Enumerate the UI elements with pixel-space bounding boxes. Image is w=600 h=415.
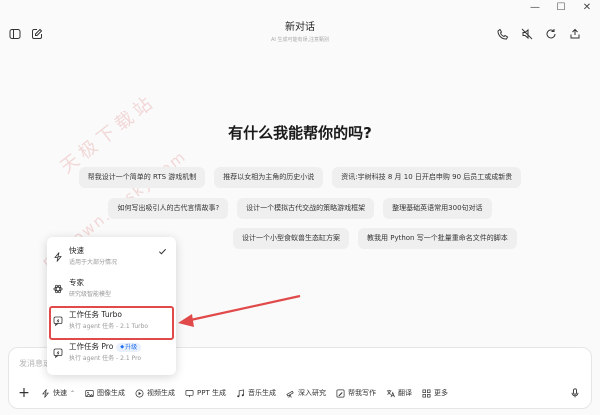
top-right-tools [496,27,582,41]
suggestion-chip[interactable]: 帮我设计一个简单的 RTS 游戏机制 [78,167,206,188]
minimize-button[interactable]: — [522,0,548,14]
mute-button[interactable] [520,27,534,41]
maximize-button[interactable]: ☐ [548,0,574,14]
mode-option-task-turbo[interactable]: 工作任务 Turbo 执行 agent 任务 - 2.1 Turbo [47,307,176,337]
call-button[interactable] [496,27,510,41]
upgrade-badge-label: 升级 [125,343,138,351]
attach-button[interactable]: + [17,386,31,400]
tool-label: PPT 生成 [197,389,226,397]
suggestion-row-2: 如何写出吸引人的古代言情故事? 设计一个模拟古代交战的策略游戏框架 整理基础英语… [0,198,600,219]
lightning-icon [53,247,63,262]
microphone-icon [571,388,579,398]
mode-selector-label: 快速 [53,389,67,397]
close-button[interactable]: ✕ [574,0,600,14]
tool-music-generation[interactable]: 音乐生成 [236,388,276,398]
tool-label: 翻译 [397,389,412,397]
refresh-button[interactable] [544,27,558,41]
telescope-icon [286,390,294,398]
translate-icon [386,389,395,397]
mode-option-expert[interactable]: 专家 研究级智能模型 [47,275,176,305]
tool-more[interactable]: 更多 [422,388,448,398]
welcome-heading: 有什么我能帮你的吗? [228,124,372,142]
tool-deep-research[interactable]: 深入研究 [286,388,326,398]
tool-label: 音乐生成 [247,389,276,397]
check-icon [158,248,167,255]
tool-image-generation[interactable]: 图像生成 [85,388,125,398]
tool-label: 深入研究 [297,389,326,397]
input-toolbar: + 快速 ⌃ 图像生成 视频生成 PPT 生成 音乐生成 深入研究 帮我写作 翻… [17,386,448,400]
task-icon [53,311,63,327]
tool-translate[interactable]: 翻译 [386,388,412,398]
mode-dropdown-menu: 快速 适用于大部分情况 专家 研究级智能模型 工作任务 Turbo 执行 age… [47,237,176,375]
lightning-icon [42,388,49,398]
suggestion-row-1: 帮我设计一个简单的 RTS 游戏机制 推荐以女相为主角的历史小说 资讯:宇树科技… [0,167,600,188]
mode-option-desc: 执行 agent 任务 - 2.1 Turbo [69,323,149,330]
tool-writing[interactable]: 帮我写作 [336,388,376,398]
share-button[interactable] [568,27,582,41]
suggestion-chip[interactable]: 教我用 Python 写一个批量重命名文件的脚本 [358,228,517,249]
mode-option-label-row: 工作任务 Pro ◆ 升级 [69,342,176,352]
image-icon [85,389,94,397]
presentation-icon [185,389,194,397]
suggestion-chip[interactable]: 设计一个模拟古代交战的策略游戏框架 [237,198,375,219]
tool-ppt-generation[interactable]: PPT 生成 [185,388,226,398]
writing-icon [336,389,345,397]
mode-option-label: 专家 [69,278,84,287]
tool-video-generation[interactable]: 视频生成 [135,388,175,398]
suggestion-chip[interactable]: 资讯:宇树科技 8 月 10 日开启申购 90 后员工或成新贵 [332,167,522,188]
tool-label: 图像生成 [97,389,126,397]
suggestion-chip[interactable]: 整理基础英语常用300句对话 [383,198,492,219]
suggestion-chip[interactable]: 设计一个小型食蚁兽生态缸方案 [233,228,349,249]
speaker-off-icon [521,28,533,40]
suggestion-chip[interactable]: 如何写出吸引人的古代言情故事? [108,198,229,219]
diamond-icon: ◆ [120,343,125,350]
share-icon [570,28,580,39]
video-icon [135,389,144,397]
voice-input-button[interactable] [567,385,583,401]
tool-label: 视频生成 [147,389,176,397]
phone-icon [497,28,509,40]
mode-option-desc: 适用于大部分情况 [69,259,118,266]
mode-option-fast[interactable]: 快速 适用于大部分情况 [47,243,176,273]
mode-option-desc: 研究级智能模型 [69,291,112,298]
upgrade-badge[interactable]: ◆ 升级 [116,342,142,352]
suggestion-chip[interactable]: 推荐以女相为主角的历史小说 [214,167,324,188]
atom-icon [53,279,63,294]
chevron-up-icon: ⌃ [70,389,76,397]
mode-option-label: 工作任务 Pro [69,342,114,351]
tool-label: 帮我写作 [347,389,376,397]
refresh-icon [546,29,556,39]
tool-label: 更多 [433,389,448,397]
mode-option-desc: 执行 agent 任务 - 2.1 Pro [69,355,142,362]
grid-icon [422,389,431,397]
music-icon [237,388,244,397]
mode-option-label: 工作任务 Turbo [69,310,123,319]
mode-option-task-pro[interactable]: 工作任务 Pro ◆ 升级 执行 agent 任务 - 2.1 Pro [47,339,176,369]
window-controls: — ☐ ✕ [522,0,600,14]
mode-selector-button[interactable]: 快速 ⌃ [41,388,75,398]
task-icon [53,343,63,359]
